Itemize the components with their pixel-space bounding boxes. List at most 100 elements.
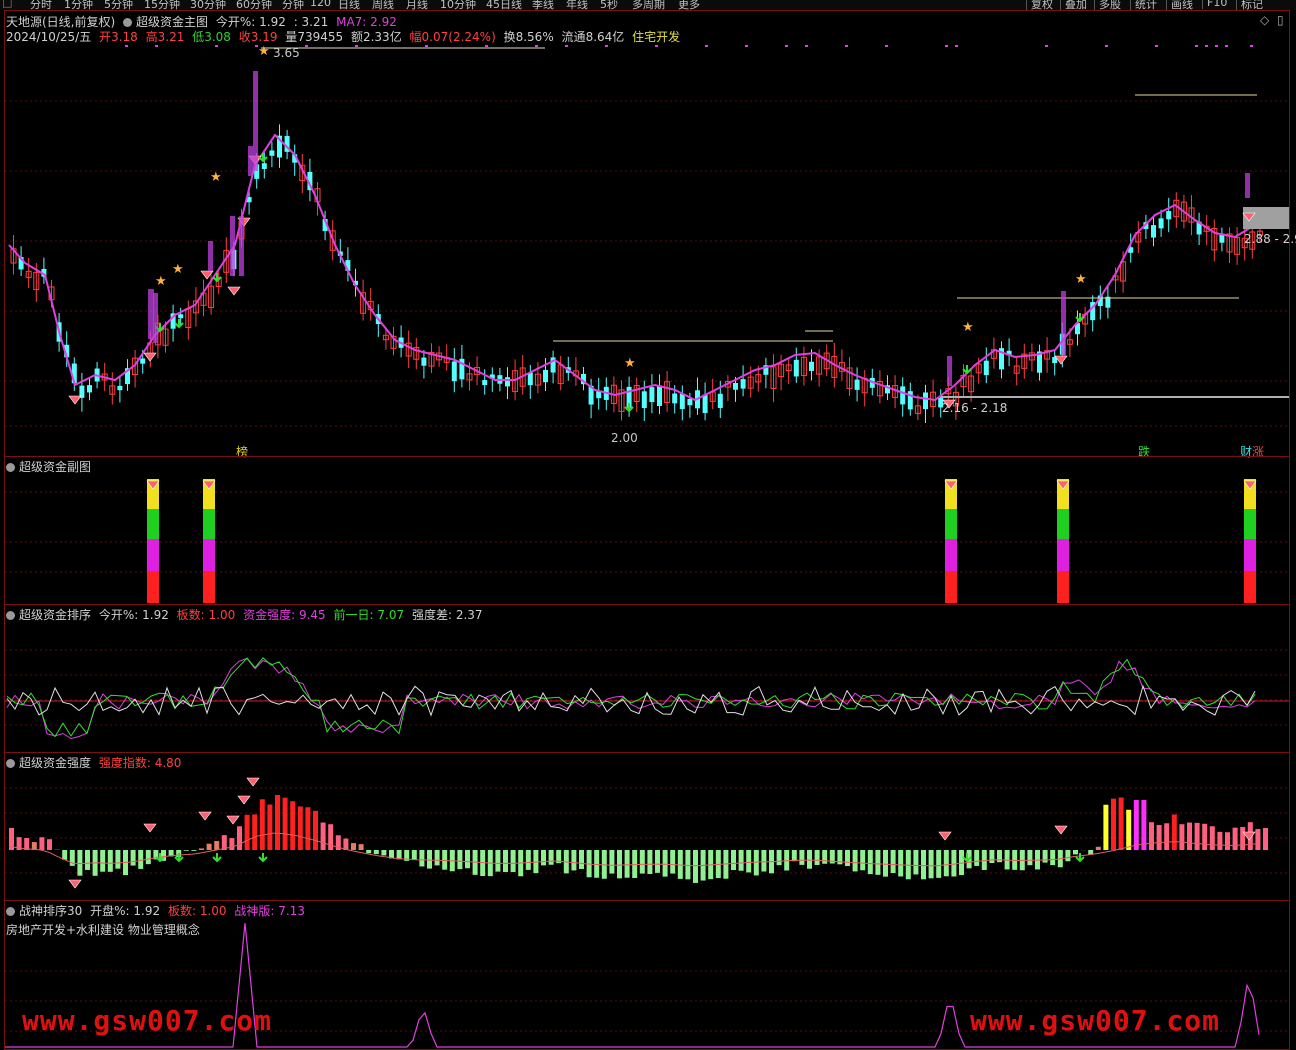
candle-down [809, 361, 814, 371]
tab-minute[interactable]: 分钟 [282, 0, 304, 10]
draw-line-button[interactable]: 画线 [1166, 0, 1193, 10]
strength-bar [639, 850, 645, 874]
strength-bar [883, 850, 888, 877]
tab-5sec[interactable]: 5秒 [600, 0, 618, 10]
panel-list-icon[interactable]: ▯ [1277, 13, 1284, 27]
main-chart-pane[interactable]: ★ ★ ★ ★ ★ ★ ★ 天地源(日线,前复权) 超级资金主图 今开%: 1.92 : 3… [4, 10, 1296, 459]
sub3-menu-icon[interactable] [6, 759, 15, 768]
strength-bar [1027, 850, 1033, 866]
diamond-signal-icon [938, 831, 952, 841]
sub2-strength-value: 9.45 [298, 608, 326, 622]
overlay-button[interactable]: 叠加 [1060, 0, 1087, 10]
strength-bar [655, 850, 660, 873]
runner-icon: ★ [624, 356, 636, 371]
period-toolbar: □ 分时 1分钟 5分钟 15分钟 30分钟 60分钟 分钟 120 日线 周线… [0, 0, 1296, 10]
signal-column-segment [1244, 509, 1256, 539]
mark-button[interactable]: 标记 [1236, 0, 1263, 10]
strength-bar [320, 822, 326, 850]
signal-column-segment [203, 509, 215, 539]
indicator-menu-icon[interactable] [123, 18, 133, 27]
signal-dot [355, 45, 358, 47]
signal-dot [945, 45, 948, 47]
diamond-signal-icon [1054, 825, 1068, 835]
strength-bar [1164, 823, 1170, 850]
tab-yearly[interactable]: 年线 [566, 0, 588, 10]
strength-bar [1263, 827, 1268, 850]
tab-daily[interactable]: 日线 [338, 0, 360, 10]
f10-button[interactable]: F10 [1202, 0, 1227, 9]
float-label: 流通 [561, 30, 586, 44]
diamond-signal-icon [68, 879, 82, 889]
strength-bar [617, 850, 622, 879]
sub-chart-3[interactable]: 超级资金强度 强度指数: 4.80 [4, 752, 1290, 901]
highlight-bar [153, 293, 158, 343]
open-value: 3.18 [111, 30, 138, 44]
candle-down [117, 385, 123, 391]
sub2-prev-value: 7.07 [377, 608, 405, 622]
turnover-value: 8.56% [515, 30, 554, 44]
sub-chart-1[interactable]: 超级资金副图 [4, 456, 1290, 605]
signal-dot [805, 45, 808, 47]
tab-45day[interactable]: 45日线 [486, 0, 522, 10]
tab-more[interactable]: 更多 [678, 0, 700, 10]
tab-5min[interactable]: 5分钟 [104, 0, 133, 10]
candlestick-chart[interactable]: ★ ★ ★ ★ ★ ★ ★ [5, 11, 1289, 456]
strength-bar [244, 814, 250, 850]
strength-bar [609, 850, 615, 874]
float-value: 8.64亿 [585, 30, 625, 44]
strength-bar [62, 850, 68, 860]
candle-down [983, 360, 989, 376]
strength-bar [115, 850, 121, 869]
strength-bar [1156, 824, 1162, 850]
strength-bar [1126, 809, 1132, 850]
signal-dot [655, 45, 658, 47]
strength-bar [852, 850, 858, 872]
strength-bar [259, 799, 265, 850]
tab-30min[interactable]: 30分钟 [190, 0, 226, 10]
restore-rights-button[interactable]: 复权 [1026, 0, 1053, 10]
diamond-icon[interactable]: ◇ [1260, 13, 1269, 27]
strength-bar [396, 850, 402, 860]
tab-10min[interactable]: 10分钟 [440, 0, 476, 10]
strength-bar [351, 843, 356, 850]
stats-button[interactable]: 统计 [1130, 0, 1157, 10]
signal-dot [305, 45, 308, 47]
down-arrow-icon [624, 403, 634, 413]
tab-fenshi[interactable]: 分时 [30, 0, 52, 10]
down-arrow-icon [258, 153, 268, 163]
sub1-menu-icon[interactable] [6, 463, 15, 472]
tab-1min[interactable]: 1分钟 [64, 0, 93, 10]
tab-monthly[interactable]: 月线 [406, 0, 428, 10]
tab-60min[interactable]: 60分钟 [236, 0, 272, 10]
price-low-label: 2.00 [611, 431, 638, 445]
tab-quarterly[interactable]: 季线 [532, 0, 554, 10]
candle-down [87, 385, 92, 393]
strength-bar [814, 850, 820, 865]
tab-multi-period[interactable]: 多周期 [632, 0, 665, 10]
candle-down [1166, 211, 1172, 220]
tab-15min[interactable]: 15分钟 [144, 0, 180, 10]
highlight-bar [248, 146, 253, 176]
highlight-bar [253, 71, 258, 171]
signal-dot [1215, 45, 1218, 47]
sub-chart-2[interactable]: 超级资金排序 今开%: 1.92 板数: 1.00 资金强度: 9.45 前一日… [4, 604, 1290, 753]
strength-bar [571, 850, 577, 871]
sub4-menu-icon[interactable] [6, 907, 15, 916]
tab-120[interactable]: 120 [310, 0, 331, 9]
down-arrow-icon [174, 319, 184, 329]
candle-down [854, 379, 860, 390]
multi-stock-button[interactable]: 多股 [1094, 0, 1121, 10]
toolbar-icon[interactable]: □ [2, 0, 12, 9]
strength-bar [130, 850, 136, 866]
strength-bar [685, 850, 691, 880]
candle-down [649, 387, 655, 403]
candle-down [679, 393, 685, 410]
strength-bar [85, 850, 90, 870]
strength-bar [510, 850, 516, 873]
tab-weekly[interactable]: 周线 [372, 0, 394, 10]
sub2-menu-icon[interactable] [6, 611, 15, 620]
sub3-index-label: 强度指数: [98, 756, 151, 770]
strength-bar [100, 850, 106, 872]
sector-name: 住宅开发 [632, 30, 681, 44]
strength-bar [594, 850, 600, 878]
